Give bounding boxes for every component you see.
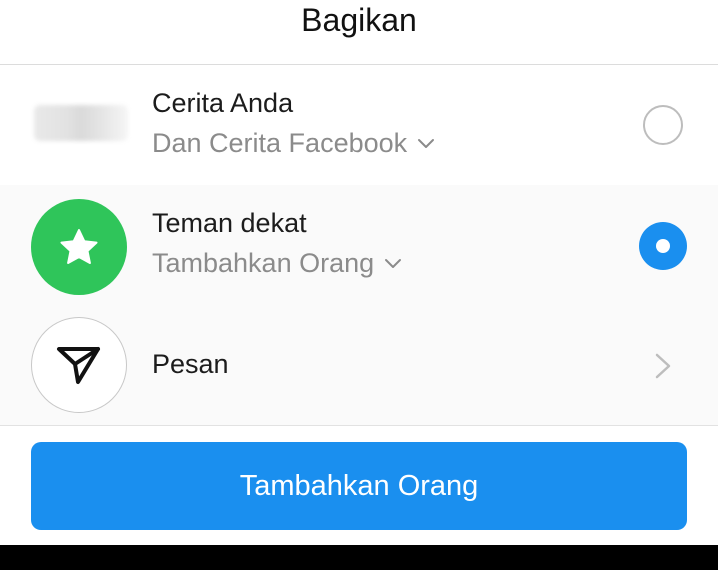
- share-sheet: Bagikan Cerita Anda Dan Cerita Facebook: [0, 0, 718, 570]
- close-friends-avatar: [31, 199, 127, 295]
- option-close-friends[interactable]: Teman dekat Tambahkan Orang: [0, 185, 718, 305]
- option-subtitle: Dan Cerita Facebook: [152, 128, 408, 158]
- send-icon: [57, 347, 100, 384]
- radio-dot: [656, 239, 670, 253]
- chevron-down-icon: [385, 259, 402, 268]
- option-text: Cerita Anda Dan Cerita Facebook: [152, 87, 435, 159]
- option-text: Pesan: [152, 348, 229, 380]
- share-options-list: Cerita Anda Dan Cerita Facebook Teman de…: [0, 65, 718, 425]
- avatar: [34, 105, 128, 141]
- option-title: Cerita Anda: [152, 88, 294, 118]
- option-title: Pesan: [152, 349, 229, 379]
- option-message[interactable]: Pesan: [0, 305, 718, 425]
- audience-dropdown[interactable]: Dan Cerita Facebook: [152, 127, 435, 159]
- page-title: Bagikan: [301, 1, 417, 38]
- option-title: Teman dekat: [152, 208, 307, 238]
- system-nav-bar: [0, 545, 718, 570]
- add-people-dropdown[interactable]: Tambahkan Orang: [152, 247, 402, 279]
- header: Bagikan: [0, 0, 718, 65]
- chevron-down-icon: [418, 139, 435, 148]
- star-icon: [60, 229, 98, 264]
- radio-button-unselected[interactable]: [643, 105, 683, 145]
- chevron-right-icon: [655, 353, 671, 379]
- option-text: Teman dekat Tambahkan Orang: [152, 207, 402, 279]
- footer: Tambahkan Orang: [0, 426, 718, 544]
- message-avatar: [31, 317, 127, 413]
- option-subtitle: Tambahkan Orang: [152, 248, 375, 278]
- add-people-button[interactable]: Tambahkan Orang: [31, 442, 687, 530]
- radio-button-selected[interactable]: [639, 222, 687, 270]
- option-your-story[interactable]: Cerita Anda Dan Cerita Facebook: [0, 65, 718, 185]
